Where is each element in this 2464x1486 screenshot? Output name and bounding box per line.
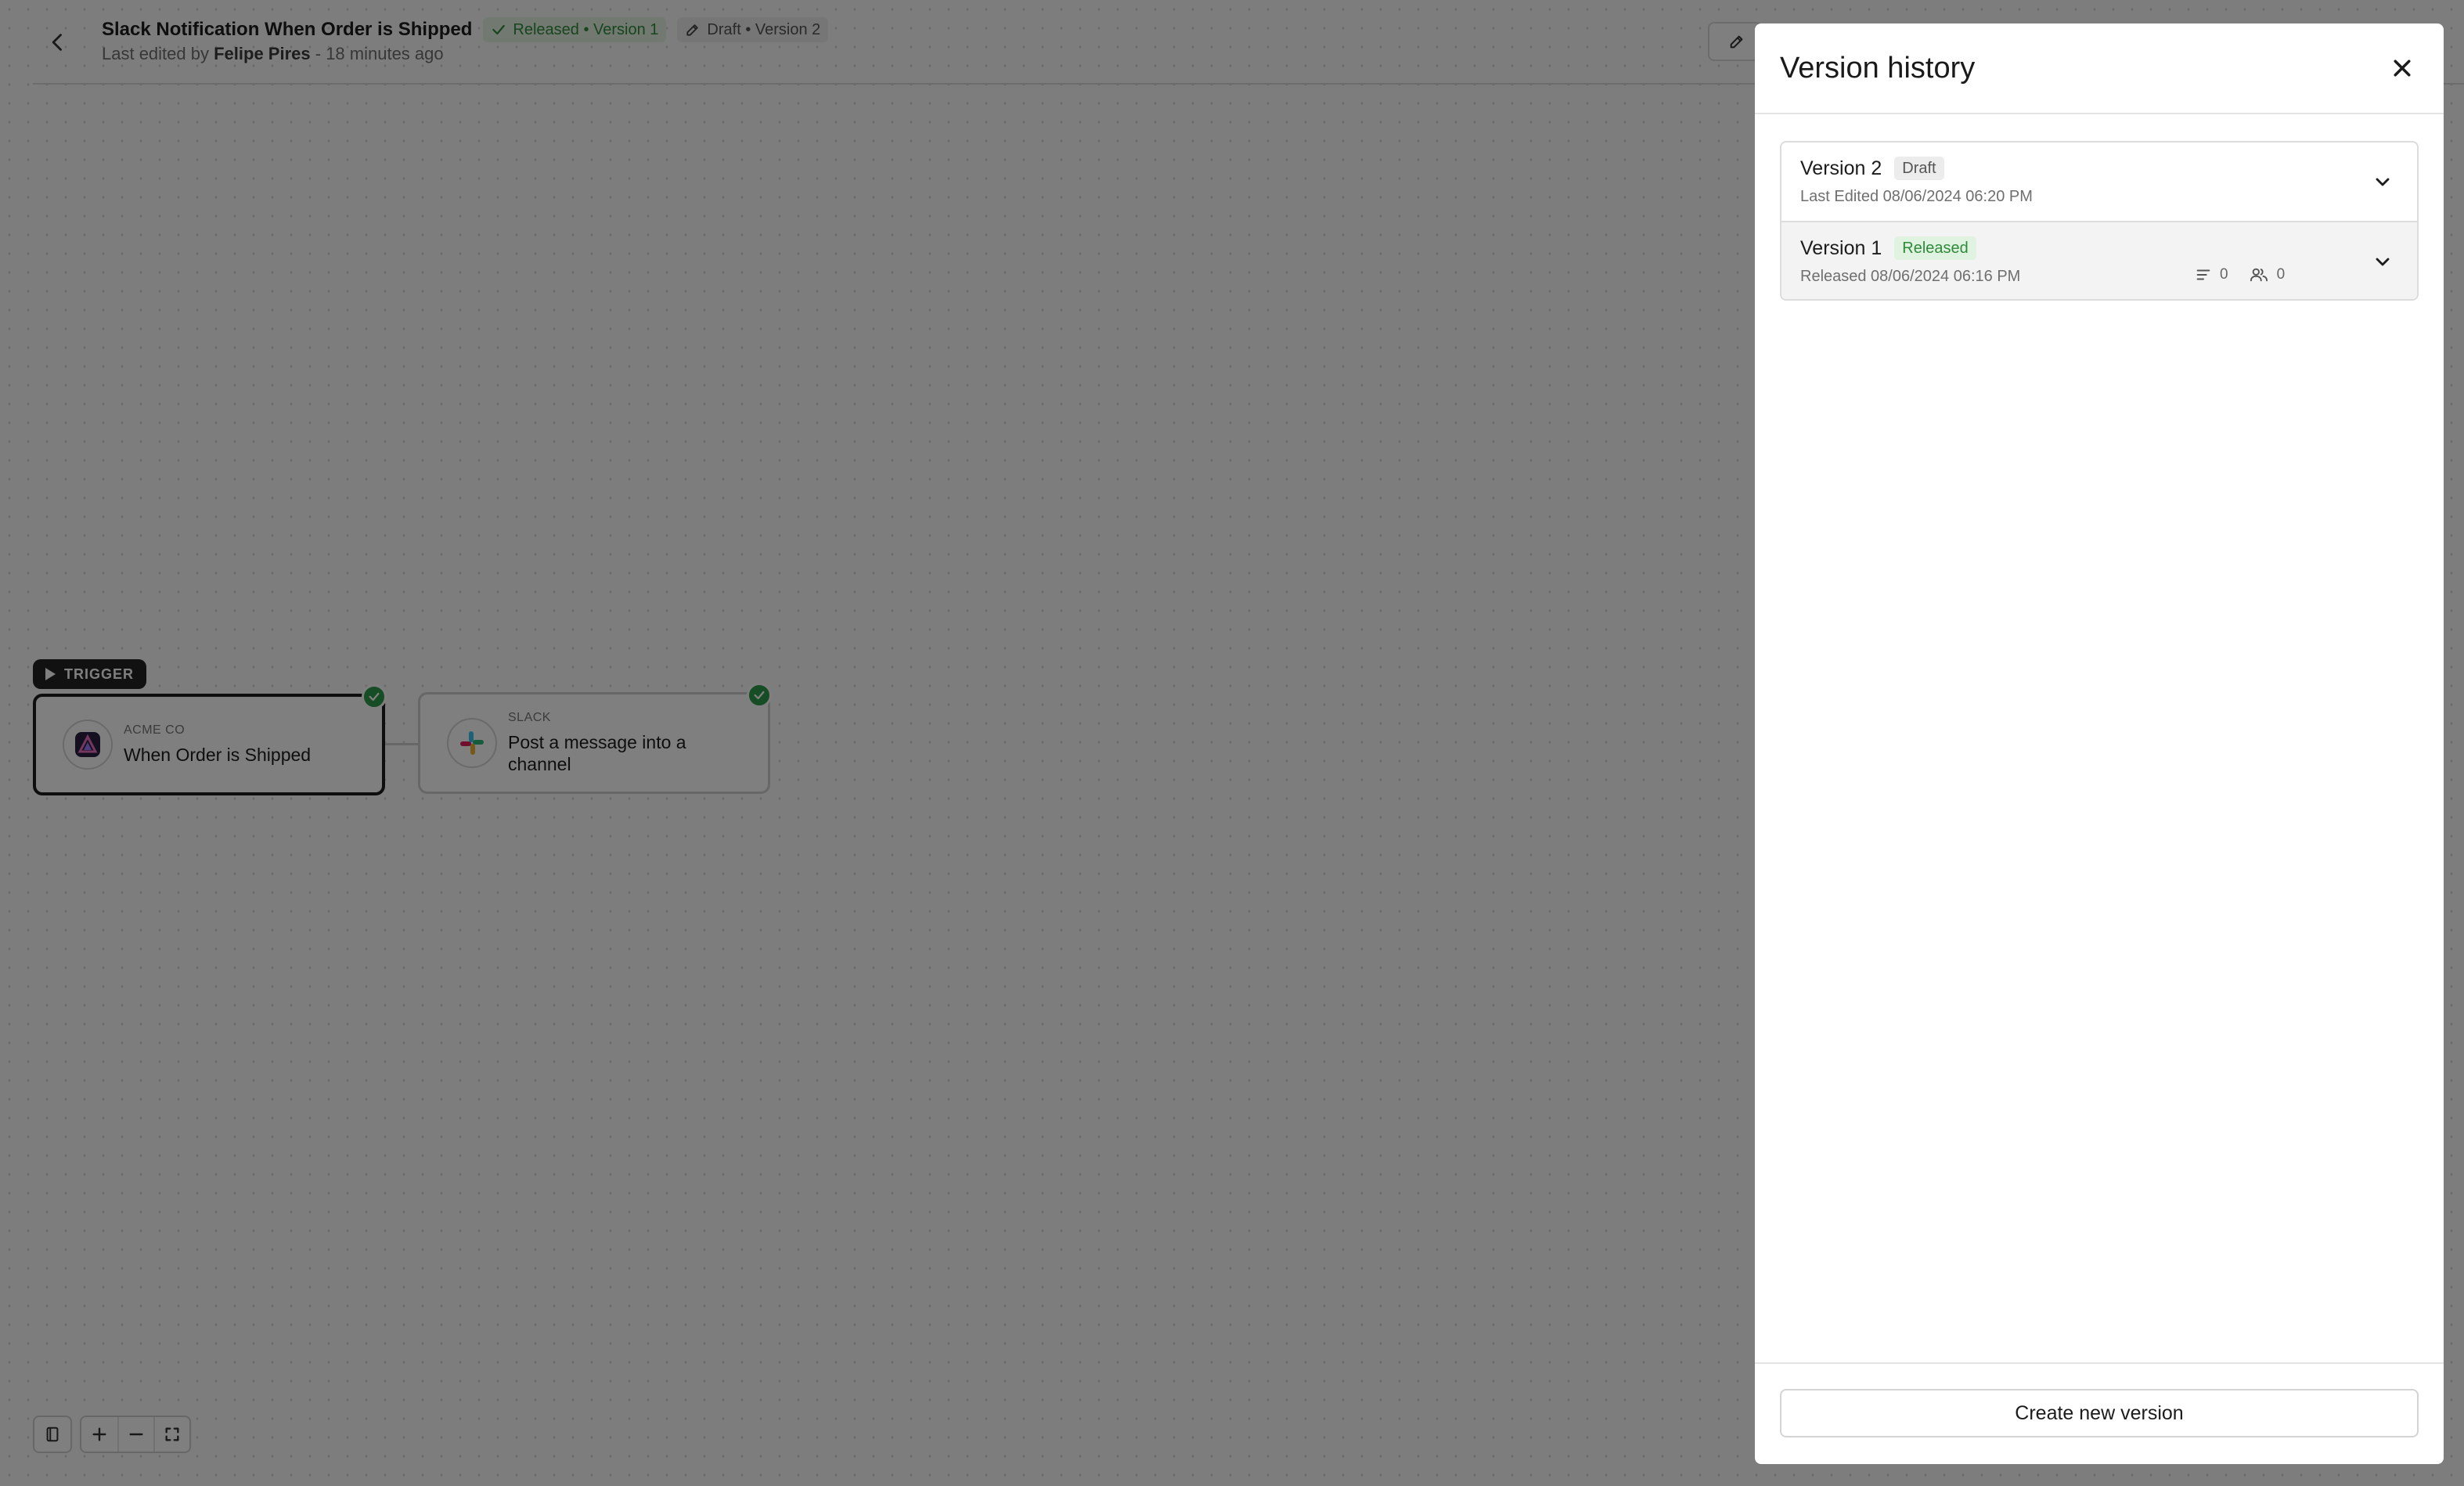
version-item[interactable]: Version 1 Released Released 08/06/2024 0… <box>1781 221 2417 299</box>
panel-title: Version history <box>1780 52 1976 85</box>
steps-count: 0 <box>2195 266 2228 283</box>
users-count-value: 0 <box>2276 266 2286 283</box>
status-badge: Released <box>1894 236 1976 260</box>
lines-icon <box>2196 269 2210 280</box>
expand-button[interactable] <box>2370 249 2395 274</box>
status-badge: Draft <box>1894 157 1944 180</box>
chevron-down-icon <box>2376 178 2390 186</box>
users-count: 0 <box>2249 266 2286 283</box>
users-icon <box>2250 268 2268 282</box>
close-button[interactable] <box>2383 49 2422 88</box>
version-list: Version 2 Draft Last Edited 08/06/2024 0… <box>1780 141 2419 301</box>
panel-footer: Create new version <box>1755 1362 2444 1464</box>
version-date: Released 08/06/2024 06:16 PM <box>1800 268 2021 285</box>
version-name: Version 1 <box>1800 236 1882 259</box>
panel-header: Version history <box>1755 23 2444 114</box>
steps-count-value: 0 <box>2220 266 2228 283</box>
expand-button[interactable] <box>2370 169 2395 194</box>
version-history-panel: Version history Version 2 Draft Last Edi… <box>1755 23 2444 1464</box>
close-icon <box>2394 60 2411 77</box>
create-new-version-button[interactable]: Create new version <box>1780 1389 2419 1437</box>
version-item[interactable]: Version 2 Draft Last Edited 08/06/2024 0… <box>1781 142 2417 221</box>
chevron-down-icon <box>2376 258 2390 266</box>
version-name: Version 2 <box>1800 157 1882 179</box>
version-stats: 0 0 <box>2195 266 2285 283</box>
version-date: Last Edited 08/06/2024 06:20 PM <box>1800 188 2033 205</box>
